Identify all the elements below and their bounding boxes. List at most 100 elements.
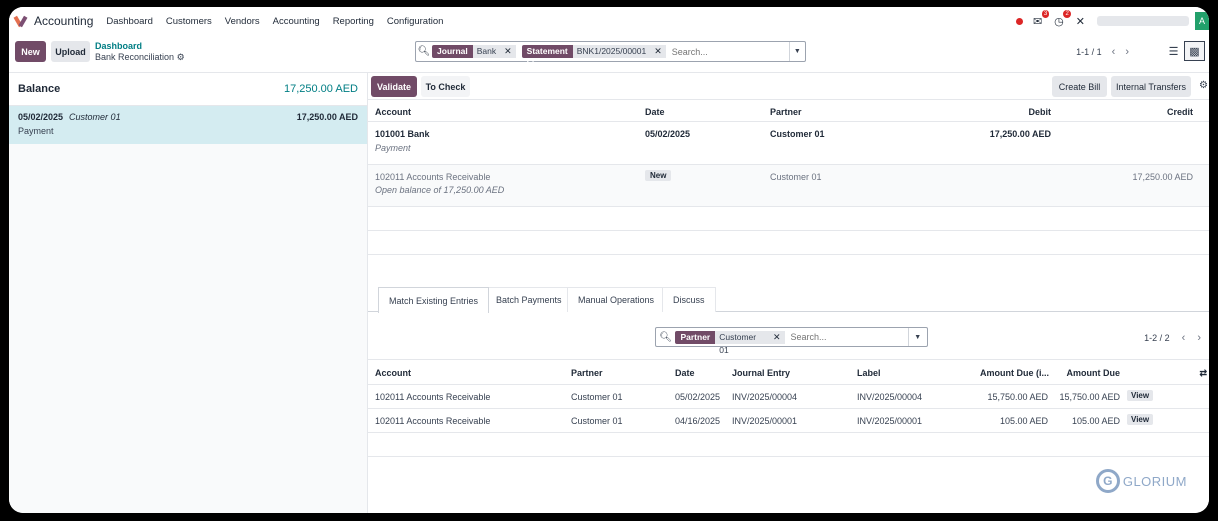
kanban-view-icon[interactable]: ▩ xyxy=(1184,41,1205,61)
menu-customers[interactable]: Customers xyxy=(166,16,212,27)
create-bill-button[interactable]: Create Bill xyxy=(1052,76,1107,97)
search-facet-statement-line: Statement Line BNK1/2025/00001 ✕ xyxy=(521,45,666,69)
settings-gear-icon[interactable]: ⚙ xyxy=(1199,80,1208,91)
col-partner[interactable]: Partner xyxy=(571,368,603,378)
row-account: 102011 Accounts Receivable xyxy=(375,416,491,426)
validate-button[interactable]: Validate xyxy=(371,76,417,97)
col-debit: Debit xyxy=(1028,107,1052,117)
balance-amount: 17,250.00 AED xyxy=(283,83,358,95)
row-label: INV/2025/00001 xyxy=(857,416,923,426)
row-partner: Customer 01 xyxy=(571,416,623,426)
notebook-tabs: Match Existing Entries Batch Payments Ma… xyxy=(368,286,1209,313)
table-row[interactable]: 102011 Accounts Receivable Customer 01 0… xyxy=(368,385,1209,409)
line-row[interactable]: 102011 Accounts Receivable Open balance … xyxy=(368,165,1209,207)
row-label: INV/2025/00004 xyxy=(857,392,923,402)
internal-transfers-button[interactable]: Internal Transfers xyxy=(1111,76,1191,97)
line-credit: 17,250.00 AED xyxy=(1132,172,1193,182)
view-switcher: ☰ ▩ xyxy=(1163,41,1205,61)
user-avatar[interactable]: A xyxy=(1195,12,1209,30)
tab-batch-payments[interactable]: Batch Payments xyxy=(485,287,573,312)
col-partner: Partner xyxy=(770,107,802,117)
col-date[interactable]: Date xyxy=(675,368,695,378)
gear-icon[interactable]: ⚙ xyxy=(177,52,185,62)
chevron-down-icon[interactable]: ▼ xyxy=(907,328,928,346)
tab-match-existing-entries[interactable]: Match Existing Entries xyxy=(378,287,490,313)
menu-vendors[interactable]: Vendors xyxy=(225,16,260,27)
messages-badge: 3 xyxy=(1041,9,1050,18)
activities-clock-icon[interactable]: ◷ 2 xyxy=(1054,9,1071,28)
tab-discuss[interactable]: Discuss xyxy=(662,287,716,312)
row-partner: Customer 01 xyxy=(571,392,623,402)
search-input[interactable] xyxy=(671,46,789,57)
lines-header: Account Date Partner Debit Credit xyxy=(368,100,1209,122)
row-date: 04/16/2025 xyxy=(675,416,721,426)
line-sub: Payment xyxy=(375,143,411,153)
statement-lines-panel: Balance 17,250.00 AED 05/02/2025 Customer… xyxy=(9,73,368,513)
empty-row xyxy=(368,231,1209,255)
facet-value: Bank xyxy=(472,45,501,58)
row-amount-due-currency: 15,750.00 AED xyxy=(987,392,1048,402)
menu-configuration[interactable]: Configuration xyxy=(387,16,444,27)
search-icon[interactable]: 🔍︎ xyxy=(656,332,675,343)
company-name-blurred[interactable] xyxy=(1097,16,1189,26)
match-search-input[interactable] xyxy=(790,332,908,342)
line-partner: Customer 01 xyxy=(770,172,822,182)
line-debit: 17,250.00 AED xyxy=(989,129,1051,139)
remove-facet-icon[interactable]: ✕ xyxy=(650,45,666,58)
col-amount-due-currency[interactable]: Amount Due (i... xyxy=(980,368,1049,378)
tab-manual-operations[interactable]: Manual Operations xyxy=(567,287,666,312)
line-row[interactable]: 101001 Bank Payment 05/02/2025 Customer … xyxy=(368,122,1209,165)
app-window: Accounting Dashboard Customers Vendors A… xyxy=(9,7,1209,513)
menu-accounting[interactable]: Accounting xyxy=(273,16,320,27)
chevron-right-icon[interactable]: › xyxy=(1197,332,1201,344)
chevron-right-icon[interactable]: › xyxy=(1125,46,1129,58)
chevron-down-icon[interactable]: ▼ xyxy=(788,42,805,61)
match-pager-value[interactable]: 1-2 / 2 xyxy=(1144,333,1170,343)
facet-key: Statement Line xyxy=(521,45,573,69)
balance-title: Balance xyxy=(18,83,61,95)
row-amount-due: 105.00 AED xyxy=(1071,416,1120,426)
line-account: 101001 Bank xyxy=(375,129,430,139)
col-label[interactable]: Label xyxy=(857,368,881,378)
reconcile-action-bar: Validate To Check Create Bill Internal T… xyxy=(368,73,1209,100)
upload-button[interactable]: Upload xyxy=(51,41,90,62)
remove-facet-icon[interactable]: ✕ xyxy=(500,45,516,58)
tools-icon[interactable]: ✕ xyxy=(1076,15,1085,28)
list-view-icon[interactable]: ☰ xyxy=(1163,41,1184,61)
remove-facet-icon[interactable]: ✕ xyxy=(768,330,785,344)
search-facet-partner: Partner Customer 01 ✕ xyxy=(675,330,785,355)
activities-badge: 2 xyxy=(1063,9,1071,18)
breadcrumb-dashboard-link[interactable]: Dashboard xyxy=(95,41,185,51)
new-button[interactable]: New xyxy=(15,41,46,62)
recording-indicator-icon[interactable] xyxy=(1015,17,1023,25)
col-journal-entry[interactable]: Journal Entry xyxy=(732,368,790,378)
col-amount-due[interactable]: Amount Due xyxy=(1067,368,1121,378)
chevron-left-icon[interactable]: ‹ xyxy=(1112,46,1116,58)
match-table-header: Account Partner Date Journal Entry Label… xyxy=(368,359,1209,385)
statement-line-date: 05/02/2025 xyxy=(18,112,64,122)
line-partner: Customer 01 xyxy=(770,129,825,139)
view-button[interactable]: View xyxy=(1127,414,1154,425)
chevron-left-icon[interactable]: ‹ xyxy=(1182,332,1186,344)
messages-icon[interactable]: ✉ 3 xyxy=(1033,9,1050,28)
row-amount-due-currency: 105.00 AED xyxy=(999,416,1048,426)
optional-columns-icon[interactable]: ⇄ xyxy=(1199,368,1207,379)
statement-line-card[interactable]: 05/02/2025 Customer 01 17,250.00 AED Paym… xyxy=(9,106,367,144)
pager-value[interactable]: 1-1 / 1 xyxy=(1076,47,1102,57)
menu-reporting[interactable]: Reporting xyxy=(333,16,374,27)
to-check-button[interactable]: To Check xyxy=(421,76,470,97)
app-name[interactable]: Accounting xyxy=(34,14,93,28)
search-bar: 🔍︎ Journal Bank ✕ Statement Line BNK1/20… xyxy=(415,41,806,69)
reconciliation-panel: Validate To Check Create Bill Internal T… xyxy=(368,73,1209,513)
search-icon[interactable]: 🔍︎ xyxy=(416,46,432,57)
accounting-logo-icon[interactable] xyxy=(13,14,29,28)
match-search-bar: 🔍︎ Partner Customer 01 ✕ ▼ xyxy=(655,327,928,355)
breadcrumb-current-label: Bank Reconciliation xyxy=(95,52,175,62)
view-button[interactable]: View xyxy=(1127,390,1154,401)
table-row[interactable]: 102011 Accounts Receivable Customer 01 0… xyxy=(368,409,1209,433)
col-account[interactable]: Account xyxy=(375,368,411,378)
reconcile-lines-table: Account Date Partner Debit Credit 101001… xyxy=(368,100,1209,255)
menu-dashboard[interactable]: Dashboard xyxy=(106,16,152,27)
match-entries-table: Account Partner Date Journal Entry Label… xyxy=(368,359,1209,457)
col-account: Account xyxy=(375,107,411,117)
